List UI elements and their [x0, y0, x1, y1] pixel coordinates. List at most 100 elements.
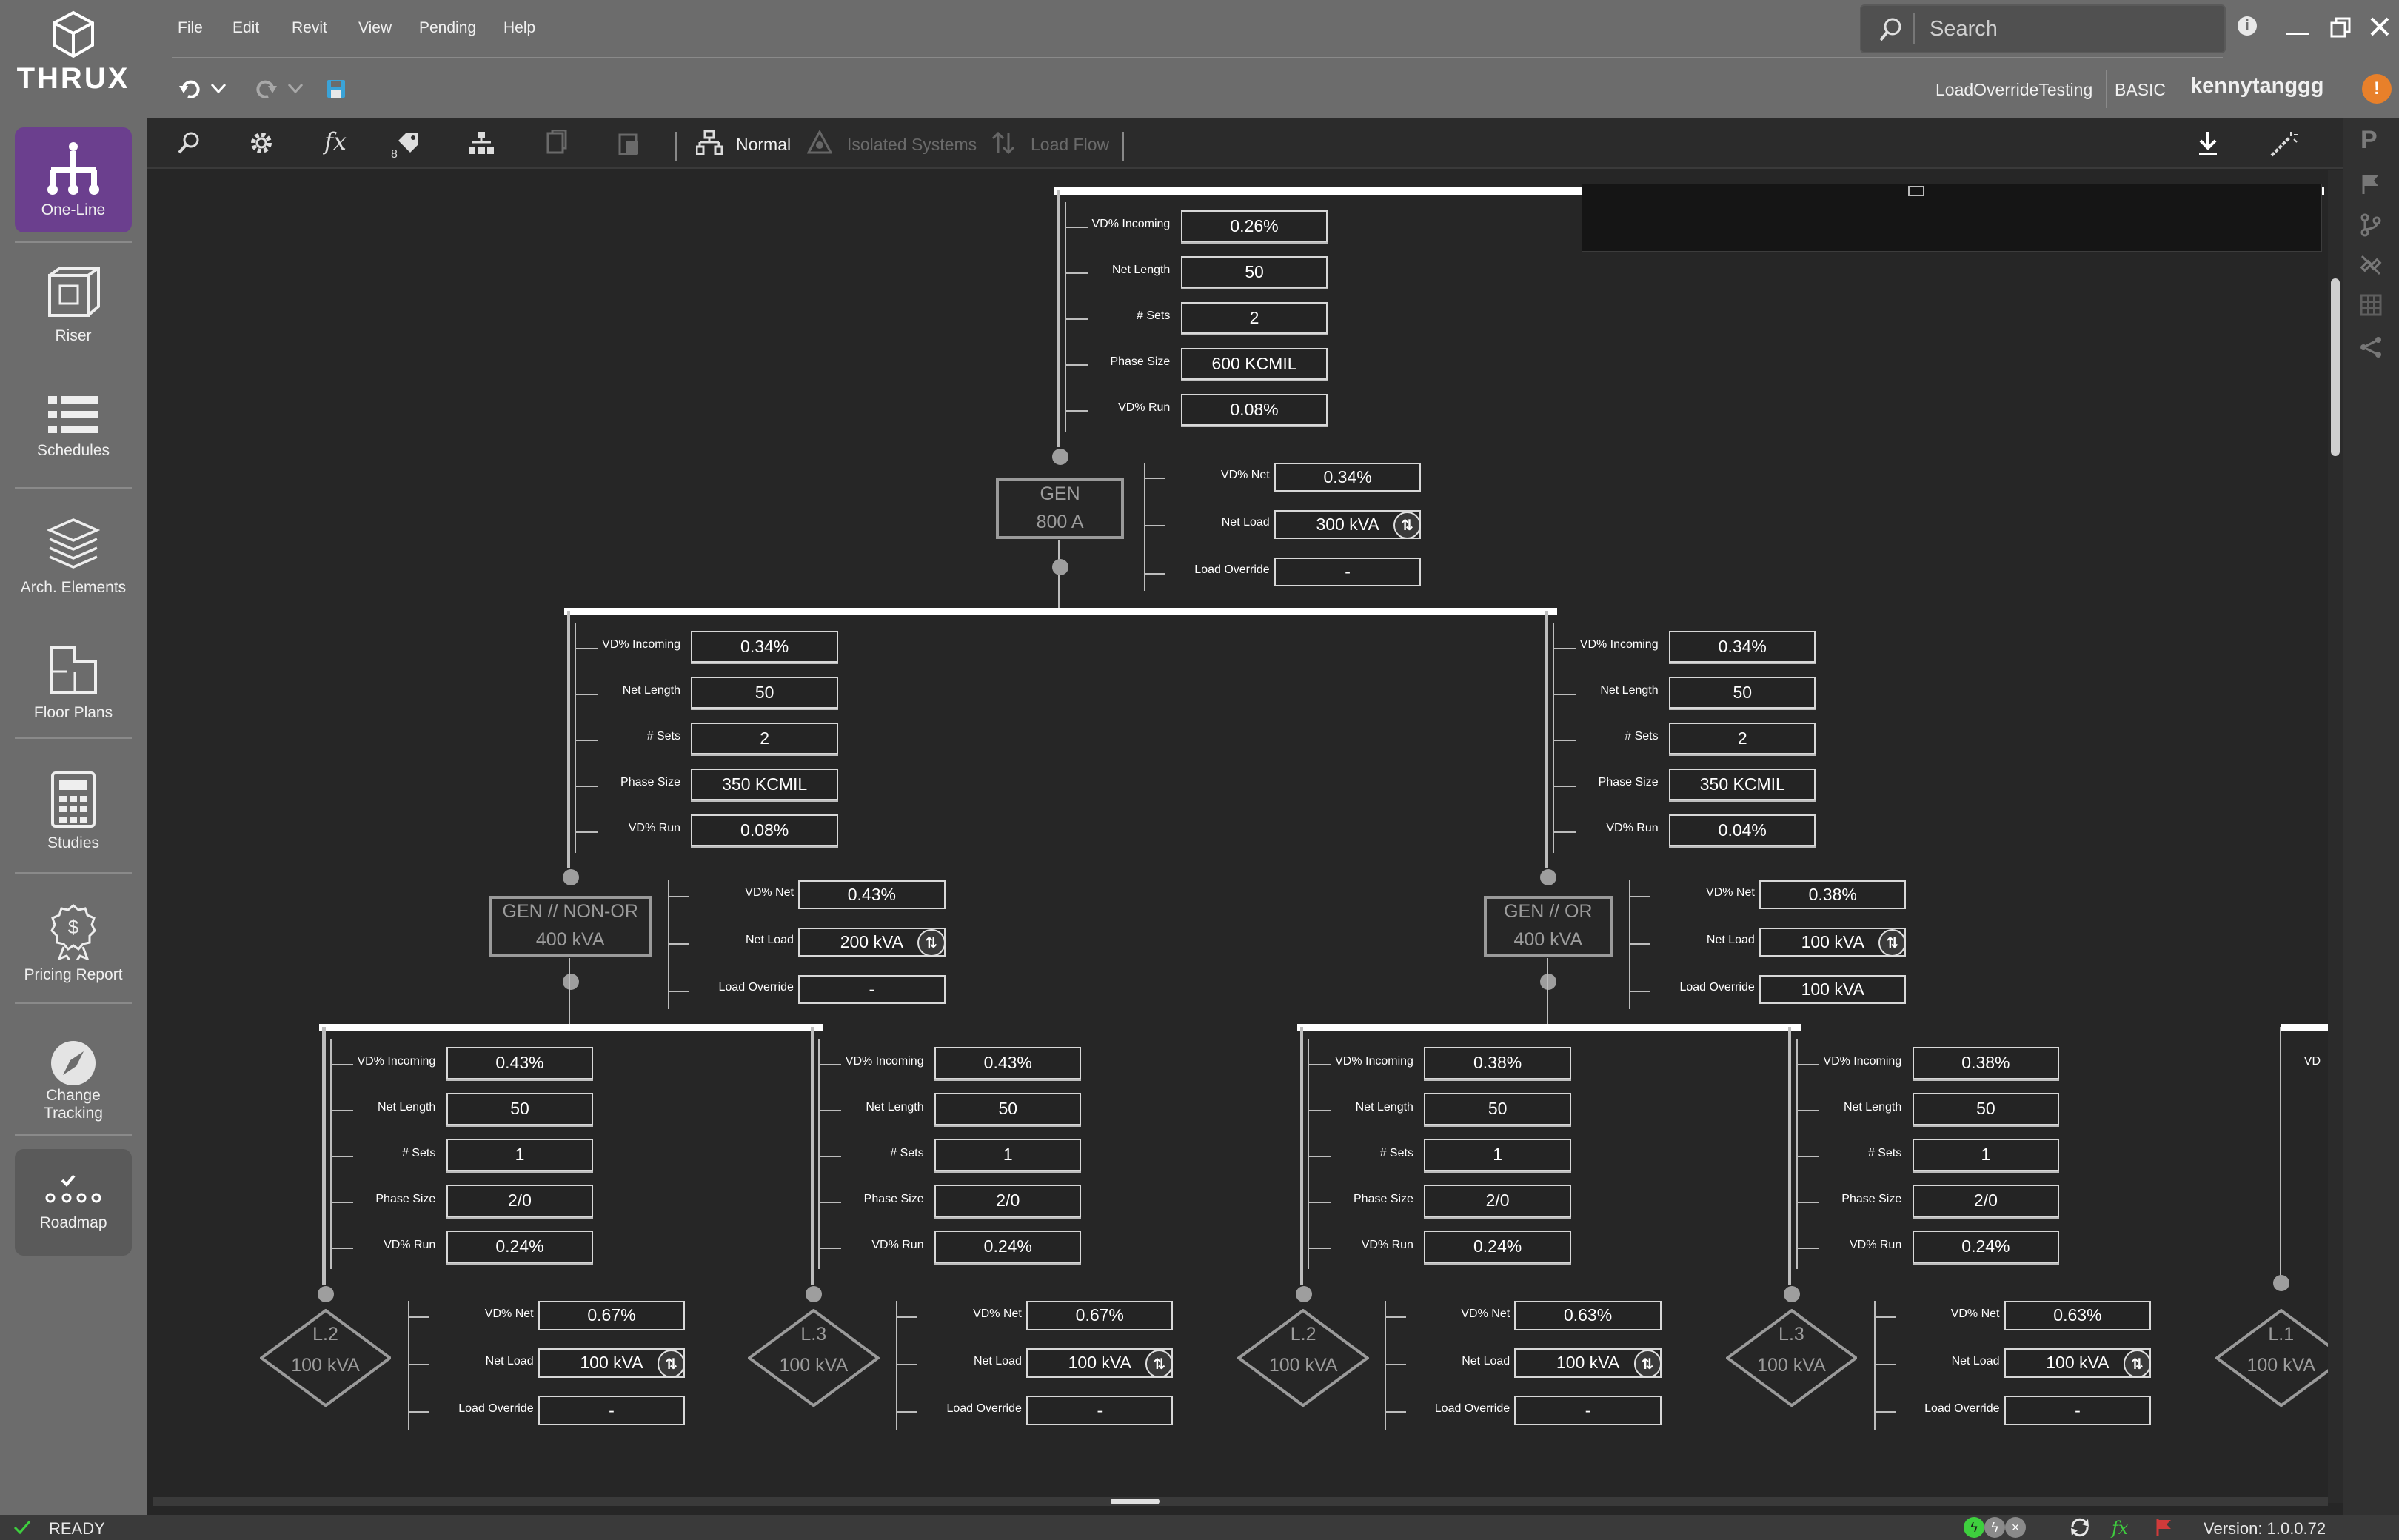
sidebar-item-arch-elements[interactable]: Arch. Elements [15, 508, 132, 606]
power-warn-icon[interactable]: ϟ [1984, 1517, 2005, 1538]
field-load-override[interactable]: - [798, 975, 946, 1005]
vertical-scrollbar-thumb[interactable] [2331, 278, 2340, 456]
search-input[interactable] [1930, 12, 2211, 46]
field-sets[interactable]: 1 [934, 1139, 1082, 1171]
branch-icon[interactable] [2360, 213, 2381, 237]
swap-load-icon[interactable]: ⇅ [1633, 1350, 1662, 1378]
sidebar-item-roadmap[interactable]: Roadmap [15, 1149, 132, 1256]
grid-icon[interactable] [2359, 293, 2383, 317]
minimize-icon[interactable] [2286, 33, 2309, 35]
menu-view[interactable]: View [358, 19, 392, 37]
menu-edit[interactable]: Edit [232, 19, 259, 37]
field-net-length[interactable]: 50 [691, 677, 838, 709]
horizontal-scrollbar-thumb[interactable] [1111, 1499, 1160, 1504]
menu-revit[interactable]: Revit [292, 19, 327, 37]
field-vd-net[interactable]: 0.63% [1514, 1301, 1662, 1330]
undo-icon[interactable] [178, 77, 201, 101]
sync-icon[interactable] [2069, 1518, 2091, 1537]
field-vd-incoming[interactable]: 0.38% [1424, 1047, 1571, 1079]
swap-load-icon[interactable]: ⇅ [917, 929, 946, 957]
search-box[interactable] [1860, 4, 2226, 53]
hierarchy-icon[interactable] [468, 130, 495, 155]
swap-load-icon[interactable]: ⇅ [2123, 1350, 2152, 1378]
sidebar-item-change-tracking[interactable]: Change Tracking [15, 1035, 132, 1127]
vertical-scrollbar-track[interactable] [2328, 170, 2343, 1503]
field-net-length[interactable]: 50 [1912, 1093, 2060, 1125]
field-vd-run[interactable]: 0.24% [446, 1231, 594, 1263]
field-sets[interactable]: 1 [446, 1139, 594, 1171]
field-vd-run[interactable]: 0.08% [691, 814, 838, 847]
mode-normal[interactable]: Normal [736, 135, 791, 155]
status-fx-icon[interactable]: fx [2110, 1516, 2132, 1539]
tag-icon[interactable] [395, 130, 421, 155]
field-sets[interactable]: 2 [691, 723, 838, 755]
field-vd-net[interactable]: 0.67% [538, 1301, 686, 1330]
unlink-icon[interactable] [2359, 253, 2383, 277]
field-load-override[interactable]: 100 kVA [1759, 975, 1907, 1005]
field-vd-run[interactable]: 0.04% [1669, 814, 1816, 847]
mini-map-panel[interactable] [1582, 184, 2322, 252]
field-vd-net[interactable]: 0.67% [1026, 1301, 1174, 1330]
horizontal-scrollbar-track[interactable] [153, 1497, 2328, 1506]
field-load-override[interactable]: - [2004, 1396, 2152, 1425]
field-vd-incoming[interactable]: 0.38% [1912, 1047, 2060, 1079]
isolated-systems-icon[interactable] [807, 130, 832, 155]
field-vd-incoming[interactable]: 0.43% [934, 1047, 1082, 1079]
field-vd-net[interactable]: 0.38% [1759, 880, 1907, 910]
menu-help[interactable]: Help [503, 19, 535, 37]
field-phase-size[interactable]: 2/0 [446, 1185, 594, 1217]
menu-file[interactable]: File [178, 19, 203, 37]
mode-isolated-systems[interactable]: Isolated Systems [847, 135, 977, 155]
power-on-icon[interactable]: ϟ [1964, 1517, 1984, 1538]
formula-fx-icon[interactable]: fx [321, 127, 351, 157]
panel-box[interactable]: GEN // NON-OR 400 kVA [489, 895, 652, 957]
field-net-length[interactable]: 50 [1669, 677, 1816, 709]
field-vd-incoming[interactable]: 0.26% [1180, 210, 1328, 243]
field-vd-incoming[interactable]: 0.43% [446, 1047, 594, 1079]
menu-pending[interactable]: Pending [419, 19, 476, 37]
save-icon[interactable] [326, 78, 347, 99]
mode-load-flow[interactable]: Load Flow [1031, 135, 1109, 155]
field-net-length[interactable]: 50 [1424, 1093, 1571, 1125]
field-sets[interactable]: 2 [1669, 723, 1816, 755]
field-vd-run[interactable]: 0.08% [1180, 393, 1328, 426]
flag-icon[interactable] [2360, 173, 2381, 195]
magic-wand-icon[interactable] [2269, 130, 2298, 157]
share-nodes-icon[interactable] [2359, 336, 2383, 358]
panel-box[interactable]: GEN 800 A [995, 478, 1125, 540]
field-sets[interactable]: 1 [1912, 1139, 2060, 1171]
redo-icon[interactable] [255, 77, 278, 101]
field-vd-incoming[interactable]: 0.34% [691, 631, 838, 663]
redo-dropdown-icon[interactable] [287, 83, 304, 95]
info-icon[interactable]: i [2238, 16, 2257, 36]
copy-icon[interactable] [545, 130, 569, 155]
status-flag-icon[interactable] [2155, 1518, 2172, 1537]
paste-icon[interactable] [618, 130, 641, 155]
field-load-override[interactable]: - [1026, 1396, 1174, 1425]
swap-load-icon[interactable]: ⇅ [1145, 1350, 1174, 1378]
sidebar-item-pricing-report[interactable]: $ Pricing Report [15, 894, 132, 992]
field-vd-incoming[interactable]: 0.34% [1669, 631, 1816, 663]
properties-p-icon[interactable]: P [2360, 126, 2378, 155]
zoom-search-icon[interactable] [176, 130, 201, 155]
close-icon[interactable] [2369, 16, 2390, 37]
download-icon[interactable] [2196, 130, 2220, 157]
sidebar-item-schedules[interactable]: Schedules [15, 381, 132, 472]
field-load-override[interactable]: - [538, 1396, 686, 1425]
panel-box[interactable]: GEN // OR 400 kVA [1484, 895, 1613, 957]
sidebar-item-one-line[interactable]: One-Line [15, 127, 132, 232]
field-net-length[interactable]: 50 [1180, 255, 1328, 289]
field-net-length[interactable]: 50 [934, 1093, 1082, 1125]
field-net-length[interactable]: 50 [446, 1093, 594, 1125]
field-load-override[interactable]: - [1274, 557, 1422, 587]
field-vd-net[interactable]: 0.63% [2004, 1301, 2152, 1330]
gear-icon[interactable] [249, 130, 274, 155]
field-phase-size[interactable]: 2/0 [1912, 1185, 2060, 1217]
field-vd-run[interactable]: 0.24% [1424, 1231, 1571, 1263]
field-phase-size[interactable]: 350 KCMIL [691, 769, 838, 801]
notification-badge[interactable]: ! [2362, 74, 2392, 104]
field-phase-size[interactable]: 2/0 [1424, 1185, 1571, 1217]
field-load-override[interactable]: - [1514, 1396, 1662, 1425]
mini-map-viewport[interactable] [1908, 186, 1924, 196]
field-vd-net[interactable]: 0.34% [1274, 462, 1422, 492]
